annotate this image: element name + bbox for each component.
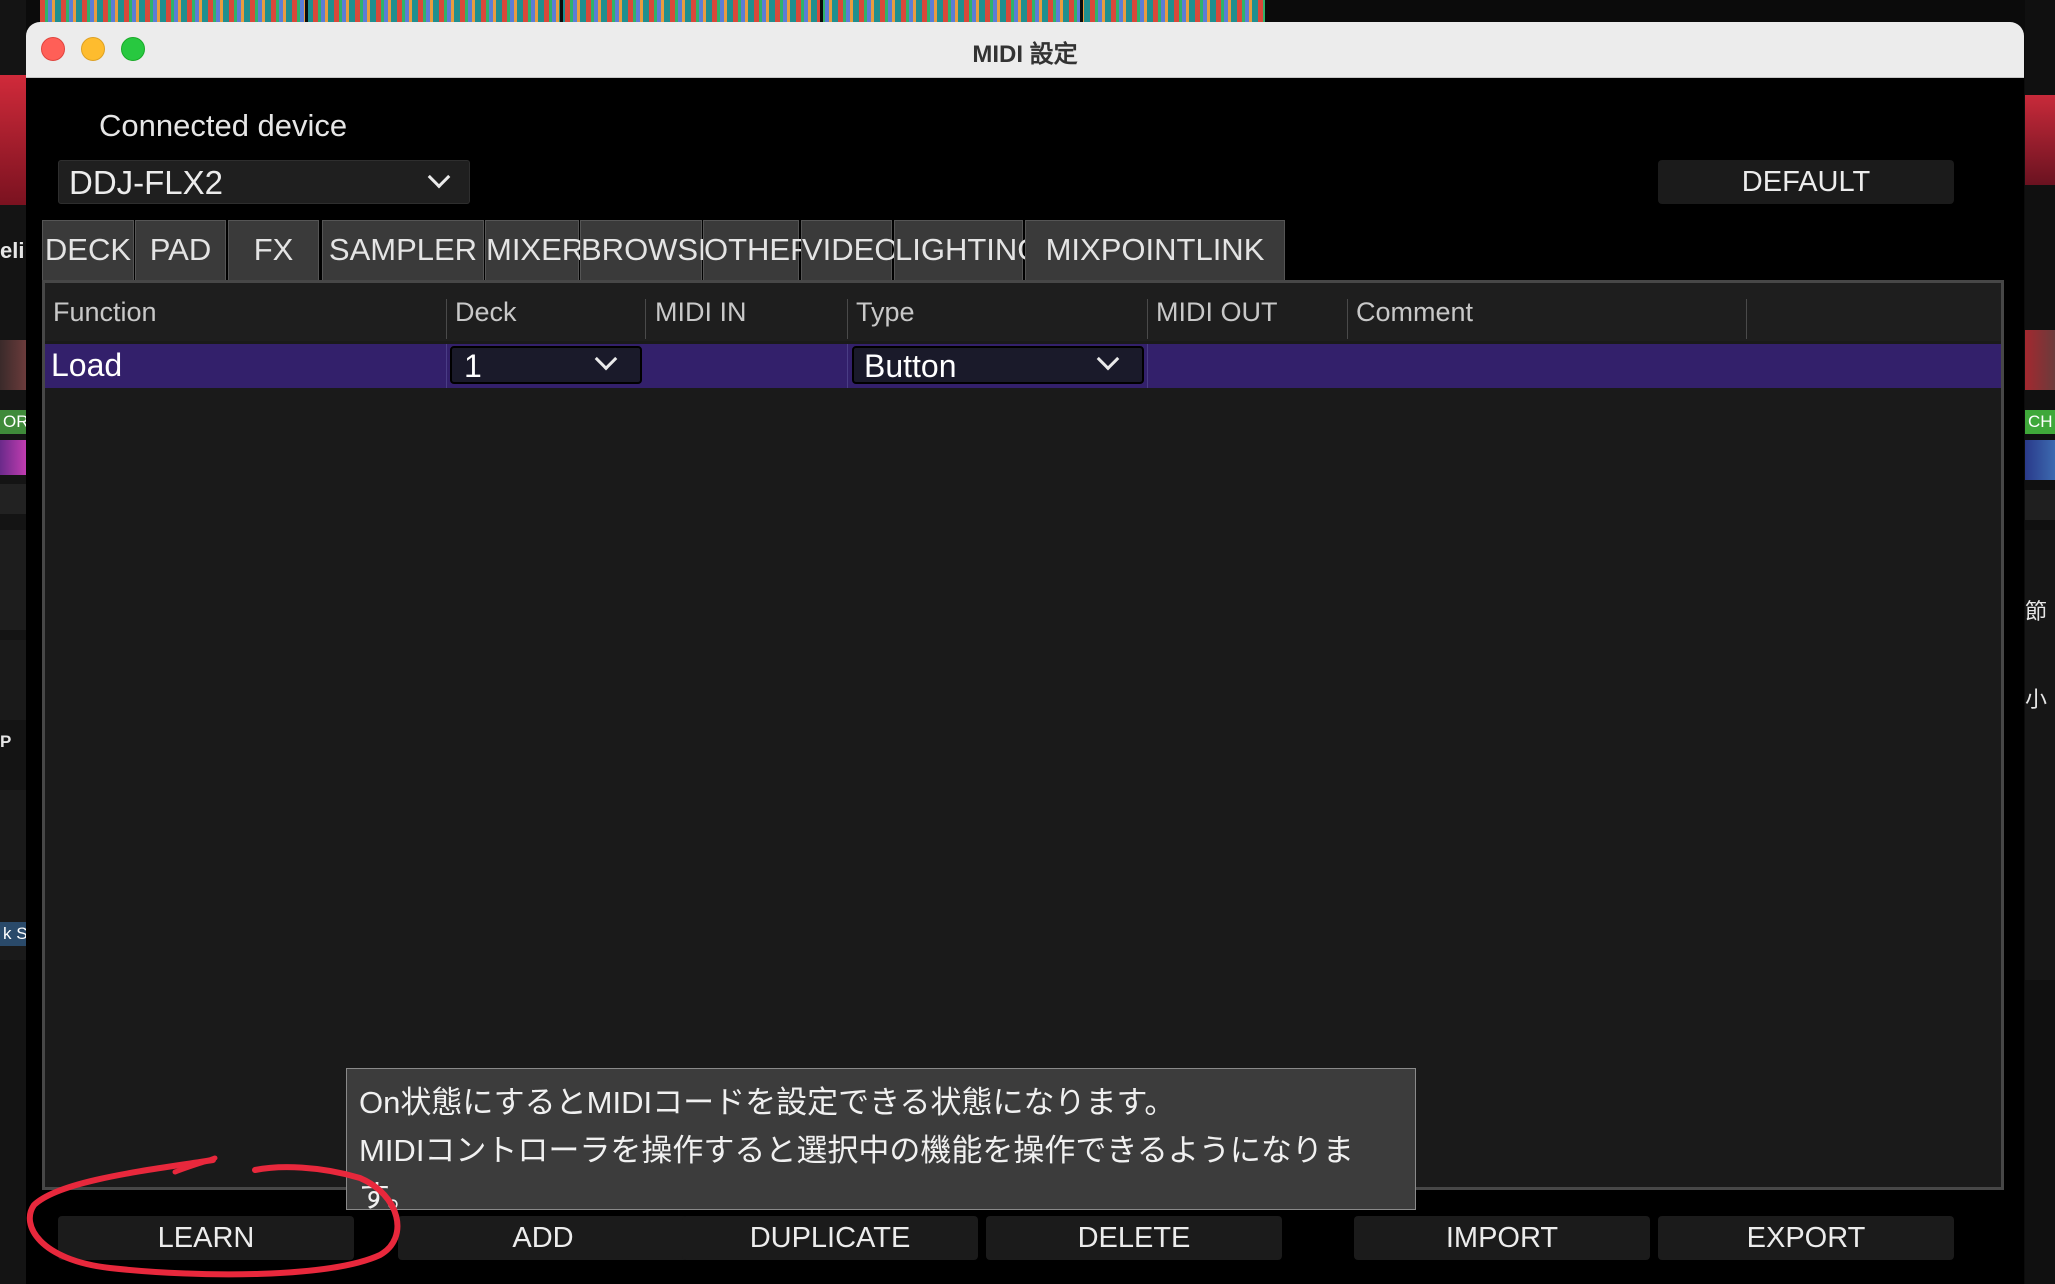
import-button[interactable]: IMPORT — [1354, 1216, 1650, 1260]
background-waveform-strip — [40, 0, 1265, 22]
background-right-label: 節 — [2025, 599, 2048, 624]
learn-tooltip: On状態にするとMIDIコードを設定できる状態になります。 MIDIコントローラ… — [346, 1068, 1416, 1210]
background-left-label: eli — [0, 238, 25, 263]
tab-fx[interactable]: FX — [228, 220, 319, 280]
tab-sampler[interactable]: SAMPLER — [322, 220, 484, 280]
tab-pad[interactable]: PAD — [135, 220, 226, 280]
tooltip-line: On状態にするとMIDIコードを設定できる状態になります。 — [359, 1085, 1176, 1120]
column-divider — [847, 299, 848, 339]
chevron-down-icon — [1096, 347, 1120, 371]
background-left-label: P — [0, 732, 12, 751]
tab-other[interactable]: OTHER — [703, 220, 813, 280]
window-titlebar[interactable]: MIDI 設定 — [26, 22, 2024, 78]
column-header-midi-in: MIDI IN — [655, 297, 747, 327]
column-header-deck: Deck — [455, 297, 517, 327]
column-header-comment: Comment — [1356, 297, 1474, 327]
connected-device-label: Connected device — [99, 108, 348, 143]
type-select[interactable]: Button — [852, 346, 1144, 384]
deck-select[interactable]: 1 — [450, 346, 642, 384]
column-divider — [1746, 299, 1747, 339]
add-button[interactable]: ADD — [398, 1216, 688, 1260]
tooltip-line: MIDIコントローラを操作すると選択中の機能を操作できるようになりま — [359, 1133, 1354, 1168]
background-left-badge: k S — [0, 922, 26, 946]
column-header-function: Function — [53, 297, 157, 327]
tab-mixpointlink[interactable]: MIXPOINTLINK — [1025, 220, 1285, 280]
column-divider — [1347, 299, 1348, 339]
tab-lighting[interactable]: LIGHTING — [894, 220, 1041, 280]
chevron-down-icon — [594, 347, 618, 371]
default-button[interactable]: DEFAULT — [1658, 160, 1954, 204]
midi-settings-window: MIDI 設定 Connected device DDJ-FLX2 DEFAUL… — [26, 22, 2024, 1284]
column-divider — [446, 299, 447, 339]
learn-button[interactable]: LEARN — [58, 1216, 354, 1260]
delete-button[interactable]: DELETE — [986, 1216, 1282, 1260]
background-left-panel — [0, 0, 26, 1284]
background-left-badge: OR — [0, 410, 26, 434]
window-title: MIDI 設定 — [972, 41, 1078, 68]
type-value: Button — [864, 348, 957, 384]
column-divider — [1147, 299, 1148, 339]
cell-divider — [847, 344, 848, 388]
background-right-badge: CH — [2025, 410, 2055, 434]
deck-value: 1 — [464, 348, 482, 384]
cell-divider — [446, 344, 447, 388]
tab-mixer[interactable]: MIXER — [485, 220, 584, 280]
table-header-row: Function Deck MIDI IN Type MIDI OUT Comm… — [45, 283, 2001, 341]
connected-device-select[interactable]: DDJ-FLX2 — [58, 160, 470, 204]
cell-divider — [1147, 344, 1148, 388]
tab-video[interactable]: VIDEO — [801, 220, 898, 280]
function-cell: Load — [51, 347, 123, 383]
midi-mapping-table: Function Deck MIDI IN Type MIDI OUT Comm… — [42, 280, 2004, 1190]
background-right-panel — [2025, 0, 2055, 1284]
window-content: Connected device DDJ-FLX2 DEFAULT DECK P… — [26, 78, 2024, 1284]
connected-device-value: DDJ-FLX2 — [69, 164, 224, 201]
column-header-type: Type — [856, 297, 915, 327]
chevron-down-icon — [427, 165, 451, 189]
tooltip-line: す。 — [359, 1179, 418, 1210]
tab-deck[interactable]: DECK — [42, 220, 134, 280]
background-right-label: 小 — [2025, 687, 2048, 712]
export-button[interactable]: EXPORT — [1658, 1216, 1954, 1260]
table-row[interactable]: Load 1 Button — [45, 344, 2001, 388]
tab-browse[interactable]: BROWSE — [580, 220, 719, 280]
duplicate-button[interactable]: DUPLICATE — [682, 1216, 978, 1260]
column-header-midi-out: MIDI OUT — [1156, 297, 1278, 327]
column-divider — [645, 299, 646, 339]
